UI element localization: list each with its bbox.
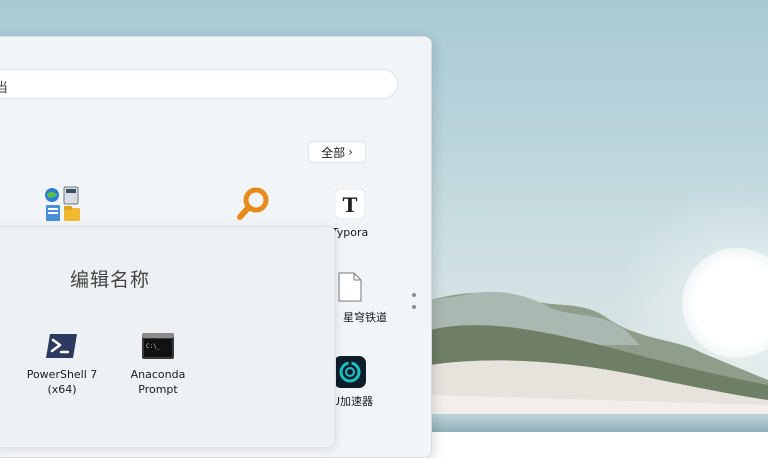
uu-accelerator-icon: [334, 356, 366, 388]
app-label-uu: U加速器: [332, 395, 374, 408]
folder-name-input[interactable]: 编辑名称: [70, 265, 150, 292]
sea: [430, 414, 768, 432]
powershell-icon: [46, 334, 77, 358]
folder-app-powershell[interactable]: [46, 333, 78, 359]
file-icon: [338, 272, 362, 302]
pinned-app-uu[interactable]: [334, 356, 366, 388]
page-dot-1[interactable]: [412, 293, 416, 297]
everything-search-icon: [237, 187, 269, 220]
pinned-app-star-rail[interactable]: [338, 272, 362, 302]
page-dot-2[interactable]: [412, 305, 416, 309]
svg-text:T: T: [343, 193, 358, 217]
folder-app-anaconda-prompt[interactable]: C:\_: [142, 333, 174, 359]
app-label-powershell-line2: (x64): [47, 383, 77, 396]
svg-text:C:\_: C:\_: [146, 343, 161, 350]
app-label-powershell-line1: PowerShell 7: [26, 368, 98, 381]
app-label-anaconda-line2: Prompt: [138, 383, 178, 396]
typora-icon: T: [334, 188, 366, 220]
all-apps-label: 全部: [321, 145, 346, 160]
search-input[interactable]: 当: [0, 69, 398, 99]
chevron-right-icon: ›: [348, 145, 353, 159]
all-apps-button[interactable]: 全部 ›: [308, 141, 366, 163]
search-text: 当: [0, 77, 8, 96]
pinned-app-everything[interactable]: [236, 186, 272, 222]
pinned-app-control-panel[interactable]: [42, 185, 82, 223]
control-panel-icon: [45, 186, 80, 221]
app-label-anaconda-line1: Anaconda: [130, 368, 186, 381]
app-label-star-rail: 星穹铁道: [343, 311, 387, 324]
pinned-app-typora[interactable]: T: [334, 188, 366, 220]
anaconda-prompt-icon: C:\_: [142, 333, 174, 359]
